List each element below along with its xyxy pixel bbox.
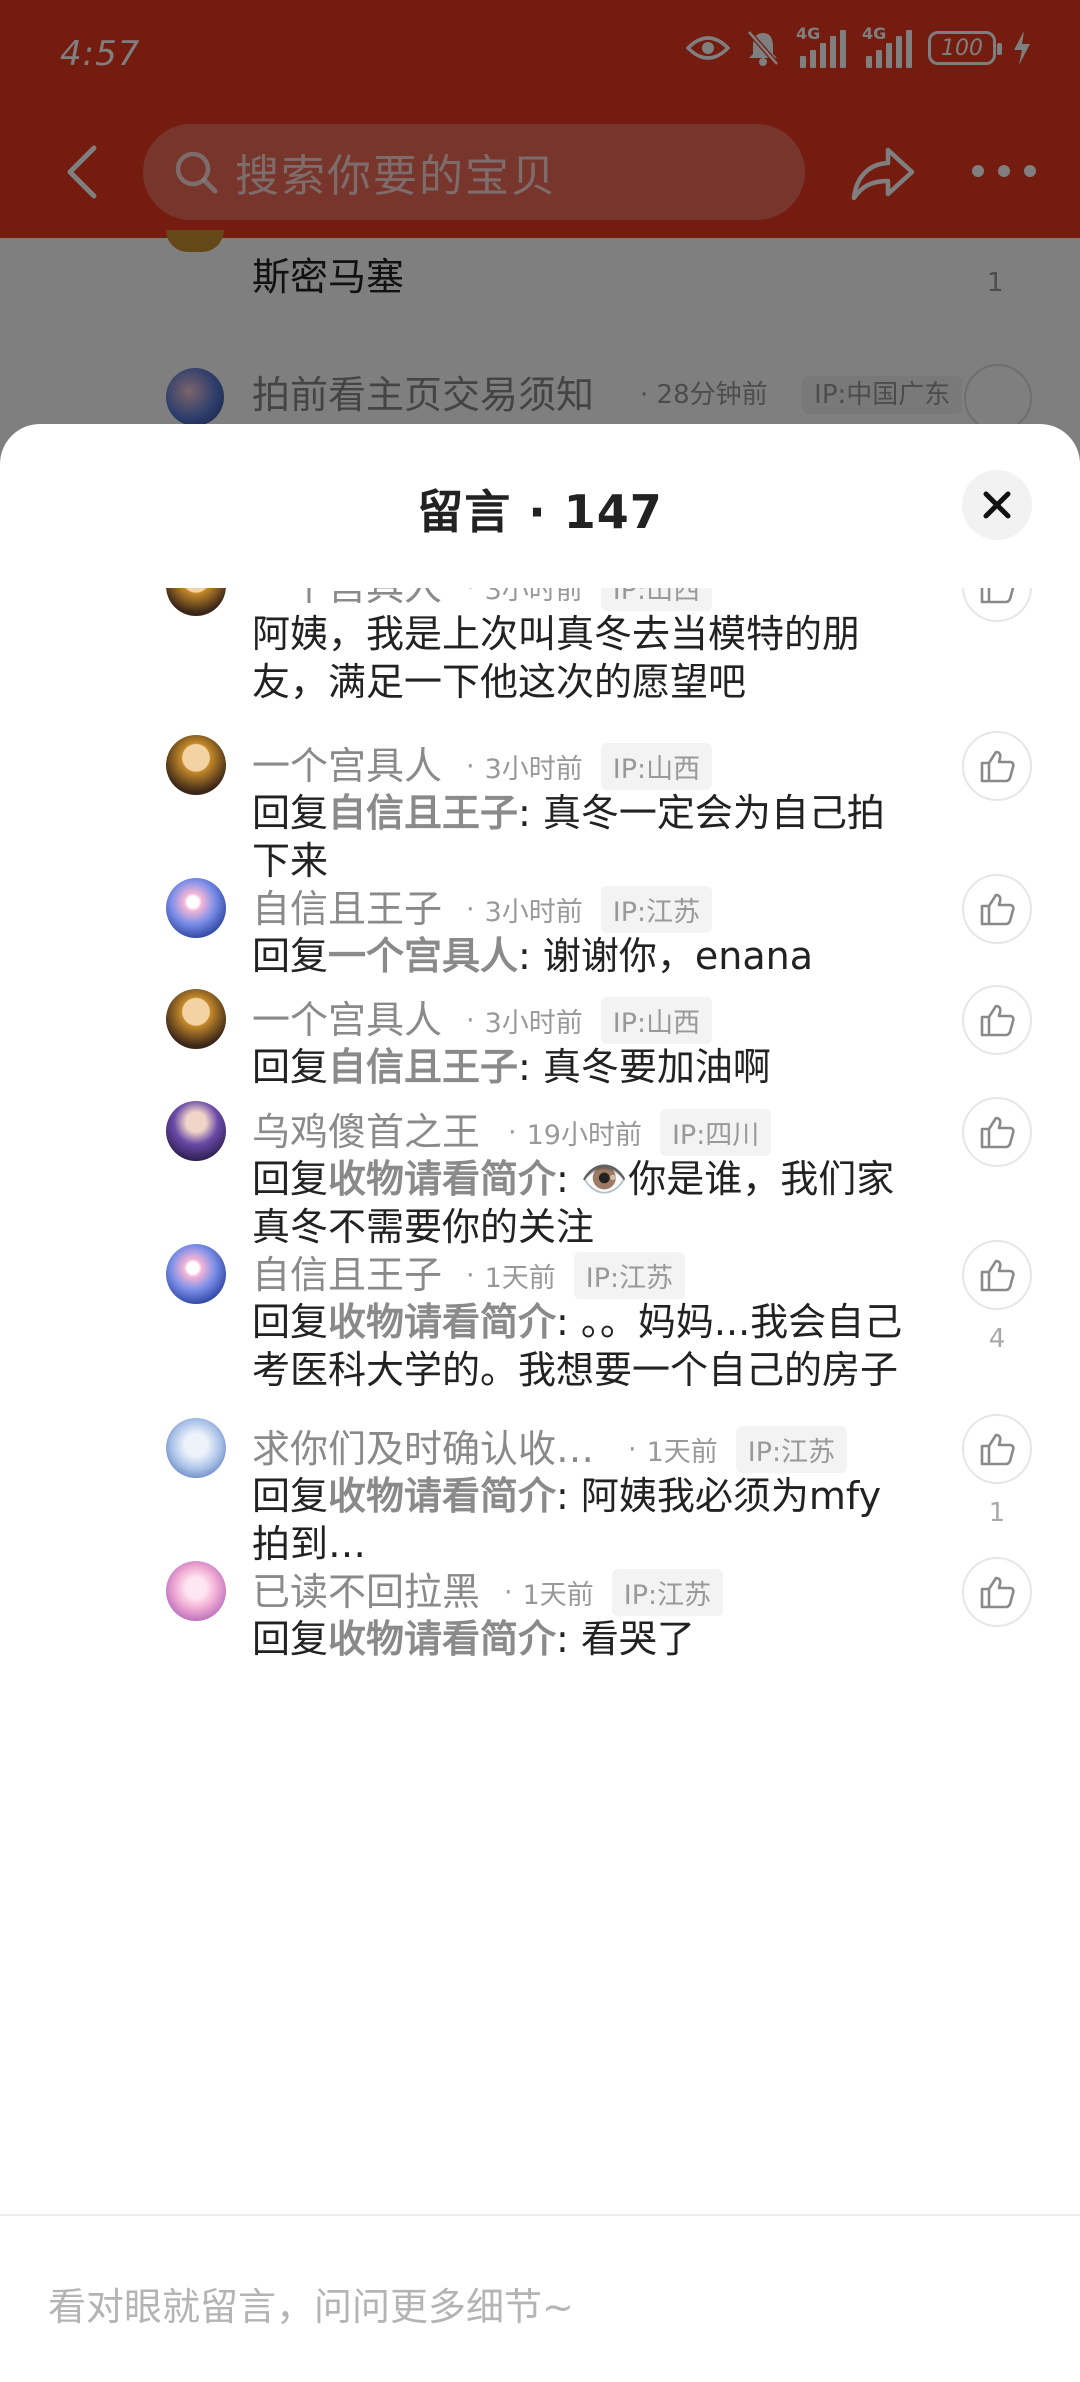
ip-badge: IP:江苏 xyxy=(573,1252,686,1299)
comment-meta: ·3小时前IP:山西 xyxy=(466,997,713,1044)
like-button[interactable] xyxy=(962,731,1032,801)
ip-badge: IP:山西 xyxy=(600,743,713,790)
comment-text[interactable]: 回复自信且王子: 真冬一定会为自己拍下来 xyxy=(252,789,912,885)
comment-author[interactable]: 乌鸡傻首之王 xyxy=(252,1101,480,1156)
comment-author[interactable]: 一个宫具人 xyxy=(252,588,442,611)
thumbs-up-icon xyxy=(980,750,1015,783)
like-button[interactable] xyxy=(962,588,1032,622)
comment-text[interactable]: 回复收物请看简介: 阿姨我必须为mfy拍到… xyxy=(252,1472,912,1568)
ip-badge: IP:山西 xyxy=(600,997,713,1044)
thumbs-up-icon xyxy=(980,1433,1015,1466)
comment-time: 3小时前 xyxy=(484,1008,583,1039)
comment-meta: ·3小时前IP:山西 xyxy=(466,743,713,790)
like-button[interactable] xyxy=(962,1240,1032,1310)
ip-badge: IP:江苏 xyxy=(611,1569,724,1616)
comments-sheet: 留言 · 147 一个宫具人·3小时前IP:山西阿姨，我是上次叫真冬去当模特的朋… xyxy=(0,424,1080,2382)
comment-author[interactable]: 自信且王子 xyxy=(252,1244,442,1299)
like-button[interactable] xyxy=(962,1414,1032,1484)
comment-author[interactable]: 一个宫具人 xyxy=(252,989,442,1044)
comment-text[interactable]: 回复收物请看简介: 👁️你是谁，我们家真冬不需要你的关注 xyxy=(252,1155,912,1251)
like-count: 4 xyxy=(988,1324,1006,1354)
reply-prefix: 回复 xyxy=(252,1300,329,1344)
like-button[interactable] xyxy=(962,1097,1032,1167)
thumbs-up-icon xyxy=(980,1004,1015,1037)
avatar[interactable] xyxy=(166,735,226,795)
ip-badge: IP:四川 xyxy=(659,1109,772,1156)
comment-body: : 真冬要加油啊 xyxy=(518,1045,771,1089)
reply-prefix: 回复 xyxy=(252,1157,329,1201)
comment-meta: · 1天前 IP:江苏 xyxy=(504,1569,724,1616)
comment-time: 1天前 xyxy=(522,1580,594,1611)
thumbs-up-icon xyxy=(980,588,1015,604)
comment-author[interactable]: 自信且王子 xyxy=(252,878,442,933)
comment-list[interactable]: 一个宫具人·3小时前IP:山西阿姨，我是上次叫真冬去当模特的朋友，满足一下他这次… xyxy=(0,588,1080,2210)
comment-text[interactable]: 回复自信且王子: 真冬要加油啊 xyxy=(252,1043,912,1091)
avatar[interactable] xyxy=(166,989,226,1049)
comment-author[interactable]: 求你们及时确认收… xyxy=(252,1418,594,1473)
comment-body: 阿姨，我是上次叫真冬去当模特的朋友，满足一下他这次的愿望吧 xyxy=(252,612,861,704)
comment-meta: · 1天前 IP:江苏 xyxy=(628,1426,848,1473)
reply-to-user[interactable]: 自信且王子 xyxy=(328,791,518,835)
reply-prefix: 回复 xyxy=(252,1617,329,1661)
reply-prefix: 回复 xyxy=(252,1045,329,1089)
reply-to-user[interactable]: 收物请看简介 xyxy=(328,1617,556,1661)
avatar[interactable] xyxy=(166,588,226,616)
reply-prefix: 回复 xyxy=(252,1474,329,1518)
comment-meta: · 19小时前 IP:四川 xyxy=(508,1109,772,1156)
avatar[interactable] xyxy=(166,1561,226,1621)
comment-author[interactable]: 一个宫具人 xyxy=(252,735,442,790)
thumbs-up-icon xyxy=(980,1116,1015,1149)
thumbs-up-icon xyxy=(980,893,1015,926)
close-button[interactable] xyxy=(962,470,1032,540)
like-count: 1 xyxy=(988,1498,1006,1528)
avatar[interactable] xyxy=(166,1101,226,1161)
comment-meta: · 1天前 IP:江苏 xyxy=(466,1252,686,1299)
avatar[interactable] xyxy=(166,1418,226,1478)
comment-time: 3小时前 xyxy=(484,588,583,606)
reply-to-user[interactable]: 收物请看简介 xyxy=(328,1300,556,1344)
comment-input[interactable]: 看对眼就留言，问问更多细节~ xyxy=(48,2276,574,2331)
comment-input-bar: 看对眼就留言，问问更多细节~ xyxy=(0,2214,1080,2382)
comment-text[interactable]: 回复收物请看简介: 看哭了 xyxy=(252,1615,912,1663)
reply-to-user[interactable]: 一个宫具人 xyxy=(328,934,518,978)
comment-time: 1天前 xyxy=(646,1437,718,1468)
reply-prefix: 回复 xyxy=(252,791,329,835)
like-button[interactable] xyxy=(962,1557,1032,1627)
thumbs-up-icon xyxy=(980,1259,1015,1292)
comment-meta: ·3小时前IP:山西 xyxy=(466,588,713,611)
avatar[interactable] xyxy=(166,878,226,938)
comment-time: 3小时前 xyxy=(484,754,583,785)
ip-badge: IP:江苏 xyxy=(735,1426,848,1473)
comment-text[interactable]: 回复一个宫具人: 谢谢你，enana xyxy=(252,932,912,980)
comment-author[interactable]: 已读不回拉黑 xyxy=(252,1561,480,1616)
comment-time: 1天前 xyxy=(484,1263,556,1294)
avatar[interactable] xyxy=(166,1244,226,1304)
comment-time: 19小时前 xyxy=(526,1120,642,1151)
comment-meta: · 3小时前 IP:江苏 xyxy=(466,886,713,933)
comment-body: : 看哭了 xyxy=(556,1617,695,1661)
reply-to-user[interactable]: 自信且王子 xyxy=(328,1045,518,1089)
comment-time: 3小时前 xyxy=(484,897,583,928)
reply-prefix: 回复 xyxy=(252,934,329,978)
like-button[interactable] xyxy=(962,874,1032,944)
comment-text[interactable]: 回复收物请看简介: 。。妈妈...我会自己考医科大学的。我想要一个自己的房子 xyxy=(252,1298,912,1394)
comment-text[interactable]: 阿姨，我是上次叫真冬去当模特的朋友，满足一下他这次的愿望吧 xyxy=(252,610,912,706)
thumbs-up-icon xyxy=(980,1576,1015,1609)
reply-to-user[interactable]: 收物请看简介 xyxy=(328,1157,556,1201)
comment-body: : 谢谢你，enana xyxy=(518,934,814,978)
sheet-title: 留言 · 147 xyxy=(417,485,663,539)
ip-badge: IP:江苏 xyxy=(600,886,713,933)
ip-badge: IP:山西 xyxy=(600,588,713,611)
close-icon xyxy=(983,491,1011,519)
reply-to-user[interactable]: 收物请看简介 xyxy=(328,1474,556,1518)
like-button[interactable] xyxy=(962,985,1032,1055)
